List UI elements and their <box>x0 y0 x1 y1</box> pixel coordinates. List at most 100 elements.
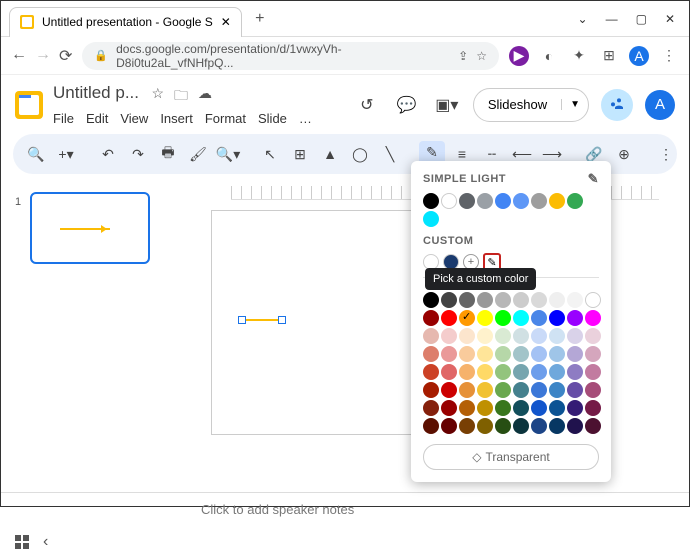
color-swatch[interactable] <box>423 400 439 416</box>
color-swatch[interactable] <box>531 292 547 308</box>
explore-icon[interactable] <box>15 535 29 549</box>
color-swatch[interactable] <box>477 328 493 344</box>
transparent-button[interactable]: ◇ Transparent <box>423 444 599 470</box>
address-bar[interactable]: 🔒 docs.google.com/presentation/d/1vwxyVh… <box>82 42 499 70</box>
color-swatch[interactable] <box>477 364 493 380</box>
print-icon[interactable]: 🖶 <box>155 141 181 167</box>
extensions-menu-icon[interactable]: ⊞ <box>599 46 619 66</box>
undo-icon[interactable]: ↶ <box>95 141 121 167</box>
color-swatch[interactable] <box>549 418 565 434</box>
account-avatar[interactable]: A <box>645 90 675 120</box>
color-swatch[interactable] <box>531 418 547 434</box>
color-swatch[interactable] <box>459 418 475 434</box>
theme-swatch[interactable] <box>441 193 457 209</box>
color-swatch[interactable] <box>513 400 529 416</box>
color-swatch[interactable] <box>459 382 475 398</box>
color-swatch[interactable] <box>531 382 547 398</box>
color-swatch[interactable] <box>477 310 493 326</box>
color-swatch[interactable] <box>495 292 511 308</box>
color-swatch[interactable] <box>513 292 529 308</box>
color-swatch[interactable] <box>585 310 601 326</box>
color-swatch[interactable] <box>495 364 511 380</box>
color-swatch[interactable] <box>567 400 583 416</box>
edit-theme-icon[interactable]: ✎ <box>588 171 599 187</box>
star-icon[interactable]: ☆ <box>151 85 164 109</box>
color-swatch[interactable] <box>549 292 565 308</box>
menu-insert[interactable]: Insert <box>160 111 193 126</box>
color-swatch[interactable] <box>585 364 601 380</box>
color-swatch[interactable] <box>441 310 457 326</box>
extension-icon-2[interactable]: ◐ <box>539 46 559 66</box>
theme-swatch[interactable] <box>531 193 547 209</box>
image-icon[interactable]: ▲ <box>317 141 343 167</box>
color-swatch[interactable] <box>531 400 547 416</box>
color-swatch[interactable] <box>423 328 439 344</box>
color-swatch[interactable] <box>477 400 493 416</box>
bookmark-icon[interactable]: ☆ <box>476 49 487 63</box>
color-swatch[interactable] <box>441 400 457 416</box>
color-swatch[interactable] <box>513 382 529 398</box>
document-title[interactable]: Untitled p... <box>53 83 139 102</box>
theme-swatch[interactable] <box>477 193 493 209</box>
color-swatch[interactable] <box>513 364 529 380</box>
color-swatch[interactable] <box>441 418 457 434</box>
color-swatch[interactable] <box>495 310 511 326</box>
color-swatch[interactable] <box>441 382 457 398</box>
menu-view[interactable]: View <box>120 111 148 126</box>
line-icon[interactable]: ╲ <box>377 141 403 167</box>
new-slide-icon[interactable]: +▾ <box>53 141 79 167</box>
color-swatch[interactable] <box>531 346 547 362</box>
color-swatch[interactable] <box>423 418 439 434</box>
color-swatch[interactable] <box>459 292 475 308</box>
color-swatch[interactable] <box>531 328 547 344</box>
color-swatch[interactable] <box>567 382 583 398</box>
color-swatch[interactable] <box>549 382 565 398</box>
meet-icon[interactable]: ▣▾ <box>433 91 461 119</box>
new-tab-button[interactable]: + <box>248 7 272 31</box>
share-url-icon[interactable]: ⇪ <box>458 49 468 63</box>
profile-icon[interactable]: A <box>629 46 649 66</box>
share-button[interactable] <box>601 89 633 121</box>
slide-thumbnail-1[interactable] <box>30 192 150 264</box>
menu-file[interactable]: File <box>53 111 74 126</box>
textbox-icon[interactable]: ⊞ <box>287 141 313 167</box>
search-menu-icon[interactable]: 🔍 <box>23 141 49 167</box>
color-swatch[interactable] <box>477 346 493 362</box>
shape-icon[interactable]: ◯ <box>347 141 373 167</box>
theme-swatch[interactable] <box>567 193 583 209</box>
zoom-icon[interactable]: 🔍▾ <box>215 141 241 167</box>
cloud-status-icon[interactable]: ☁ <box>198 85 212 109</box>
menu-edit[interactable]: Edit <box>86 111 108 126</box>
hide-menus-icon[interactable]: ⌃ <box>683 141 690 167</box>
selected-arrow-shape[interactable] <box>242 319 282 321</box>
redo-icon[interactable]: ↷ <box>125 141 151 167</box>
color-swatch[interactable] <box>495 346 511 362</box>
color-swatch[interactable] <box>441 346 457 362</box>
color-swatch[interactable] <box>567 418 583 434</box>
color-swatch[interactable] <box>585 346 601 362</box>
slideshow-dropdown[interactable]: ▼ <box>561 99 588 110</box>
color-swatch[interactable] <box>549 346 565 362</box>
theme-swatch[interactable] <box>549 193 565 209</box>
color-swatch[interactable] <box>423 382 439 398</box>
color-swatch[interactable] <box>441 292 457 308</box>
paint-format-icon[interactable]: 🖌 <box>185 141 211 167</box>
color-swatch[interactable] <box>585 418 601 434</box>
color-swatch[interactable] <box>585 400 601 416</box>
color-swatch[interactable] <box>441 328 457 344</box>
color-swatch[interactable] <box>567 346 583 362</box>
color-swatch[interactable] <box>549 364 565 380</box>
theme-swatch[interactable] <box>459 193 475 209</box>
color-swatch[interactable] <box>423 292 439 308</box>
menu-format[interactable]: Format <box>205 111 246 126</box>
color-swatch[interactable] <box>459 400 475 416</box>
menu-slide[interactable]: Slide <box>258 111 287 126</box>
color-swatch[interactable] <box>585 292 601 308</box>
slideshow-button[interactable]: Slideshow ▼ <box>473 88 589 122</box>
browser-tab[interactable]: Untitled presentation - Google S ✕ <box>9 7 242 37</box>
color-swatch[interactable] <box>567 310 583 326</box>
color-swatch[interactable] <box>477 382 493 398</box>
select-tool-icon[interactable]: ↖ <box>257 141 283 167</box>
comments-icon[interactable]: 💬 <box>393 91 421 119</box>
extension-icon-1[interactable]: ▶ <box>509 46 529 66</box>
